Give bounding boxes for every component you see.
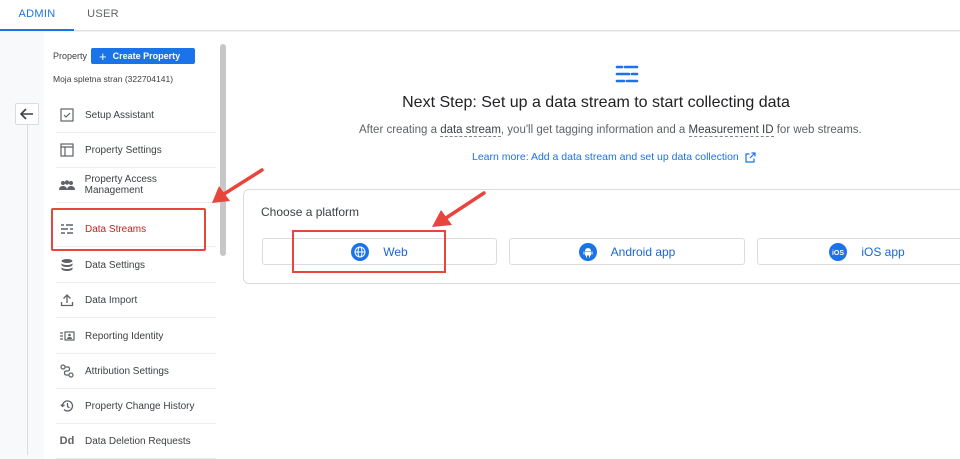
nav-item-label: Data Streams (85, 223, 147, 235)
page-headline: Next Step: Set up a data stream to start… (402, 94, 790, 111)
platform-card (243, 189, 960, 284)
data-streams-icon (56, 220, 78, 238)
data-deletion-icon: Dd (59, 435, 75, 447)
learn-more-label: Learn more: Add a data stream and set up… (472, 151, 739, 163)
create-property-button[interactable]: + Create Property (91, 48, 195, 64)
ios-icon: iOS (829, 242, 848, 261)
page-subtitle: After creating a data stream, you'll get… (232, 124, 960, 137)
measurement-id-term[interactable]: Measurement ID (688, 124, 774, 137)
people-icon (56, 176, 78, 194)
nav-item-data-settings[interactable]: Data Settings (56, 248, 216, 283)
globe-icon (351, 242, 370, 261)
nav-item-label: Property Change History (85, 400, 195, 412)
platform-android-button[interactable]: Android app (509, 238, 745, 265)
subtitle-text: After creating a (359, 124, 441, 136)
property-name: Moja spletna stran (322704141) (53, 74, 174, 84)
nav-item-label: Reporting Identity (85, 330, 164, 342)
data-streams-icon (615, 65, 639, 83)
nav-item-reporting-identity[interactable]: Reporting Identity (56, 319, 216, 354)
tab-admin[interactable]: ADMIN (0, 0, 74, 31)
svg-text:iOS: iOS (832, 250, 844, 257)
checklist-icon (56, 106, 78, 124)
nav-item-label: Data Settings (85, 259, 146, 271)
platform-ios-label: iOS app (861, 244, 905, 259)
property-label: Property (53, 51, 88, 61)
platform-android-label: Android app (610, 244, 676, 259)
platform-ios-button[interactable]: iOS iOS app (757, 238, 960, 265)
history-icon (56, 397, 78, 415)
nav-item-property-change-history[interactable]: Property Change History (56, 389, 216, 424)
tab-user[interactable]: USER (74, 0, 132, 31)
nav-item-setup-assistant[interactable]: Setup Assistant (56, 98, 216, 133)
data-stream-term[interactable]: data stream (440, 124, 501, 137)
android-icon (578, 242, 597, 261)
nav-item-label: Data Deletion Requests (85, 435, 191, 447)
plus-icon: + (99, 48, 107, 64)
nav-divider (27, 125, 28, 455)
platform-web-button[interactable]: Web (262, 238, 497, 265)
nav-item-label: Data Import (85, 294, 138, 306)
nav-item-data-import[interactable]: Data Import (56, 283, 216, 318)
subtitle-text: , you'll get tagging information and a (500, 124, 689, 136)
platform-card-title: Choose a platform (261, 205, 360, 219)
nav-item-property-access-management[interactable]: Property Access Management (56, 168, 216, 203)
platform-web-label: Web (383, 244, 408, 259)
nav-scrollbar[interactable] (220, 44, 226, 256)
external-link-icon (745, 151, 756, 163)
top-tab-bar: ADMIN USER (0, 0, 960, 31)
database-icon (56, 256, 78, 274)
property-settings-icon (56, 141, 78, 159)
nav-item-property-settings[interactable]: Property Settings (56, 133, 216, 168)
nav-item-label: Setup Assistant (85, 109, 154, 121)
create-property-label: Create Property (112, 51, 181, 61)
attribution-icon (56, 362, 78, 380)
nav-item-data-streams[interactable]: Data Streams (56, 212, 216, 247)
nav-item-data-deletion-requests[interactable]: Dd Data Deletion Requests (56, 424, 216, 459)
nav-item-label: Attribution Settings (85, 365, 169, 377)
nav-item-attribution-settings[interactable]: Attribution Settings (56, 354, 216, 389)
arrow-left-icon (20, 108, 33, 120)
back-button[interactable] (15, 103, 39, 125)
reporting-identity-icon (56, 327, 78, 345)
upload-icon (56, 291, 78, 309)
nav-item-label: Property Settings (85, 144, 162, 156)
learn-more-link[interactable]: Learn more: Add a data stream and set up… (472, 151, 756, 163)
subtitle-text: for web streams. (773, 124, 862, 136)
nav-item-label: Property Access Management (84, 174, 157, 196)
